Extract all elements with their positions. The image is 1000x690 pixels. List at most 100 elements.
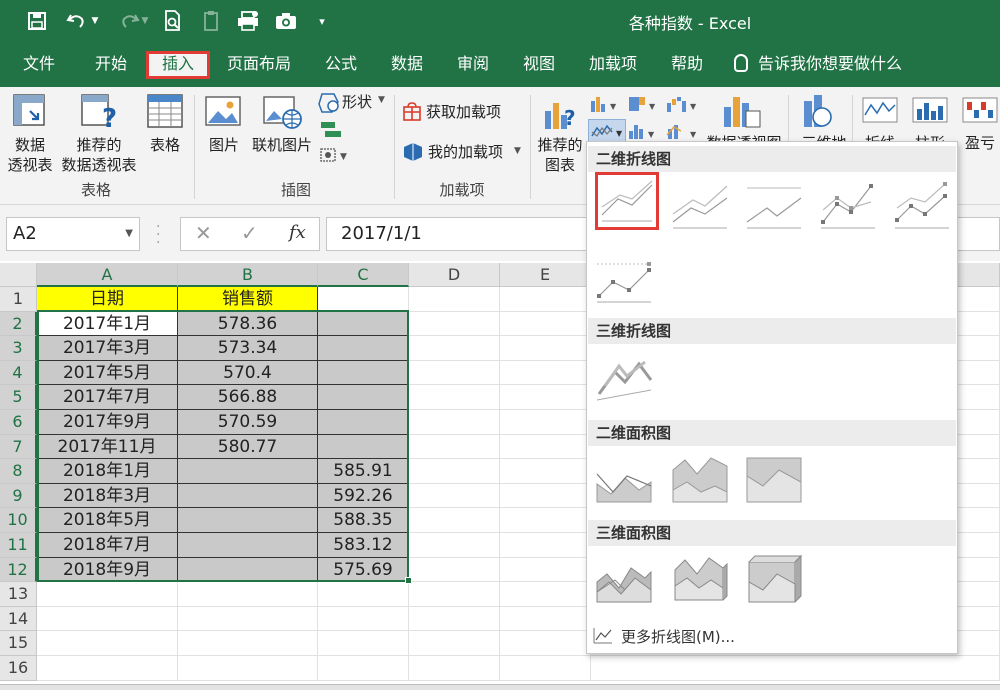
row-header[interactable]: 13 <box>0 582 37 607</box>
cell-b[interactable] <box>178 557 318 583</box>
cell-b[interactable] <box>178 606 318 632</box>
cell-a[interactable]: 2018年1月 <box>37 459 178 484</box>
cell-f[interactable] <box>591 656 1000 681</box>
cell-c[interactable] <box>318 410 409 435</box>
cell-b[interactable]: 566.88 <box>178 385 318 410</box>
tell-me-search[interactable]: 告诉我你想要做什么 <box>734 52 902 78</box>
tab-addins[interactable]: 加载项 <box>582 52 644 78</box>
option-line-markers[interactable] <box>819 178 883 236</box>
option-3d-stacked-area[interactable] <box>671 552 735 610</box>
cell-a[interactable]: 2017年9月 <box>37 410 178 435</box>
recommended-charts-button[interactable]: ? 推荐的 图表 <box>534 91 586 177</box>
option-3d-area[interactable] <box>595 552 659 610</box>
cell-a[interactable]: 2018年3月 <box>37 483 178 509</box>
cell-e[interactable] <box>500 582 591 607</box>
screenshot-icon[interactable]: ▼ <box>320 145 350 165</box>
tab-help[interactable]: 帮助 <box>662 52 712 78</box>
cell-c[interactable]: 583.12 <box>318 533 409 558</box>
cell-c[interactable] <box>318 606 409 632</box>
cell-d[interactable] <box>409 360 500 386</box>
row-header[interactable]: 5 <box>0 385 37 410</box>
cell-b[interactable] <box>178 483 318 509</box>
row-header[interactable]: 6 <box>0 410 37 435</box>
cell-b[interactable] <box>178 582 318 607</box>
cell-e[interactable] <box>500 508 591 533</box>
cell-c[interactable]: 592.26 <box>318 483 409 509</box>
more-line-charts-link[interactable]: 更多折线图(M)... <box>593 626 735 648</box>
cell-e[interactable] <box>500 557 591 583</box>
confirm-icon[interactable]: ✓ <box>241 221 258 245</box>
cell-d[interactable] <box>409 582 500 607</box>
cancel-icon[interactable]: ✕ <box>195 221 212 245</box>
cell-a[interactable]: 2018年9月 <box>37 557 178 583</box>
cell-d[interactable] <box>409 656 500 681</box>
option-stacked-line[interactable] <box>671 178 735 236</box>
waterfall-chart-icon[interactable]: ▼ <box>666 95 700 113</box>
option-stacked-line-markers[interactable] <box>893 178 957 236</box>
cell-e[interactable] <box>500 606 591 632</box>
cell-e[interactable] <box>500 656 591 681</box>
shapes-button[interactable]: 形状 ▼ <box>318 91 388 115</box>
cell-d[interactable] <box>409 606 500 632</box>
cell-a[interactable]: 2017年11月 <box>37 434 178 460</box>
cell-b[interactable]: 销售额 <box>178 287 318 312</box>
cell-e[interactable] <box>500 533 591 558</box>
row-header[interactable]: 9 <box>0 483 37 509</box>
option-100-stacked-line[interactable] <box>745 178 809 236</box>
tab-review[interactable]: 审阅 <box>448 52 498 78</box>
cell-a[interactable]: 2018年7月 <box>37 533 178 558</box>
tab-view[interactable]: 视图 <box>514 52 564 78</box>
cell-e[interactable] <box>500 459 591 484</box>
cell-e[interactable] <box>500 483 591 509</box>
hierarchy-chart-icon[interactable]: ▼ <box>628 95 658 113</box>
cell-e[interactable] <box>500 360 591 386</box>
cell-b[interactable] <box>178 533 318 558</box>
cell-a[interactable]: 2017年3月 <box>37 336 178 361</box>
row-header[interactable]: 8 <box>0 459 37 484</box>
cell-b[interactable] <box>178 656 318 681</box>
row-header[interactable]: 11 <box>0 533 37 558</box>
pivot-chart-icon[interactable] <box>722 93 762 131</box>
cell-e[interactable] <box>500 434 591 460</box>
option-area[interactable] <box>595 452 659 510</box>
cell-c[interactable]: 585.91 <box>318 459 409 484</box>
row-header[interactable]: 2 <box>0 311 37 337</box>
cell-a[interactable]: 2017年1月 <box>37 311 178 337</box>
tab-formulas[interactable]: 公式 <box>316 52 366 78</box>
statistic-chart-icon[interactable]: ▼ <box>628 121 658 141</box>
column-header-b[interactable]: B <box>178 263 318 287</box>
cell-b[interactable]: 570.4 <box>178 360 318 386</box>
cell-a[interactable]: 2018年5月 <box>37 508 178 533</box>
tab-insert[interactable]: 插入 <box>146 51 210 79</box>
cell-d[interactable] <box>409 311 500 337</box>
cell-a[interactable]: 日期 <box>37 287 178 312</box>
cell-b[interactable]: 570.59 <box>178 410 318 435</box>
cell-d[interactable] <box>409 459 500 484</box>
select-all-corner[interactable] <box>0 263 37 287</box>
cell-c[interactable] <box>318 336 409 361</box>
cell-d[interactable] <box>409 287 500 312</box>
tab-data[interactable]: 数据 <box>382 52 432 78</box>
cell-a[interactable] <box>37 606 178 632</box>
cell-d[interactable] <box>409 410 500 435</box>
cell-d[interactable] <box>409 557 500 583</box>
cell-b[interactable] <box>178 459 318 484</box>
online-picture-button[interactable]: 联机图片 <box>248 91 316 177</box>
cell-e[interactable] <box>500 311 591 337</box>
row-header[interactable]: 3 <box>0 336 37 361</box>
line-chart-dropdown-button[interactable]: ▼ <box>588 119 626 143</box>
cell-c[interactable] <box>318 311 409 337</box>
row-header[interactable]: 4 <box>0 360 37 386</box>
cell-b[interactable] <box>178 508 318 533</box>
cell-d[interactable] <box>409 336 500 361</box>
sparkline-line-icon[interactable] <box>862 97 898 123</box>
fill-handle[interactable] <box>405 577 412 584</box>
picture-button[interactable]: 图片 <box>200 91 248 177</box>
row-header[interactable]: 10 <box>0 508 37 533</box>
combo-chart-icon[interactable]: ▼ <box>666 121 700 141</box>
cell-b[interactable] <box>178 631 318 656</box>
cell-a[interactable]: 2017年7月 <box>37 385 178 410</box>
column-header-d[interactable]: D <box>409 263 500 287</box>
cell-c[interactable] <box>318 434 409 460</box>
cell-c[interactable] <box>318 385 409 410</box>
